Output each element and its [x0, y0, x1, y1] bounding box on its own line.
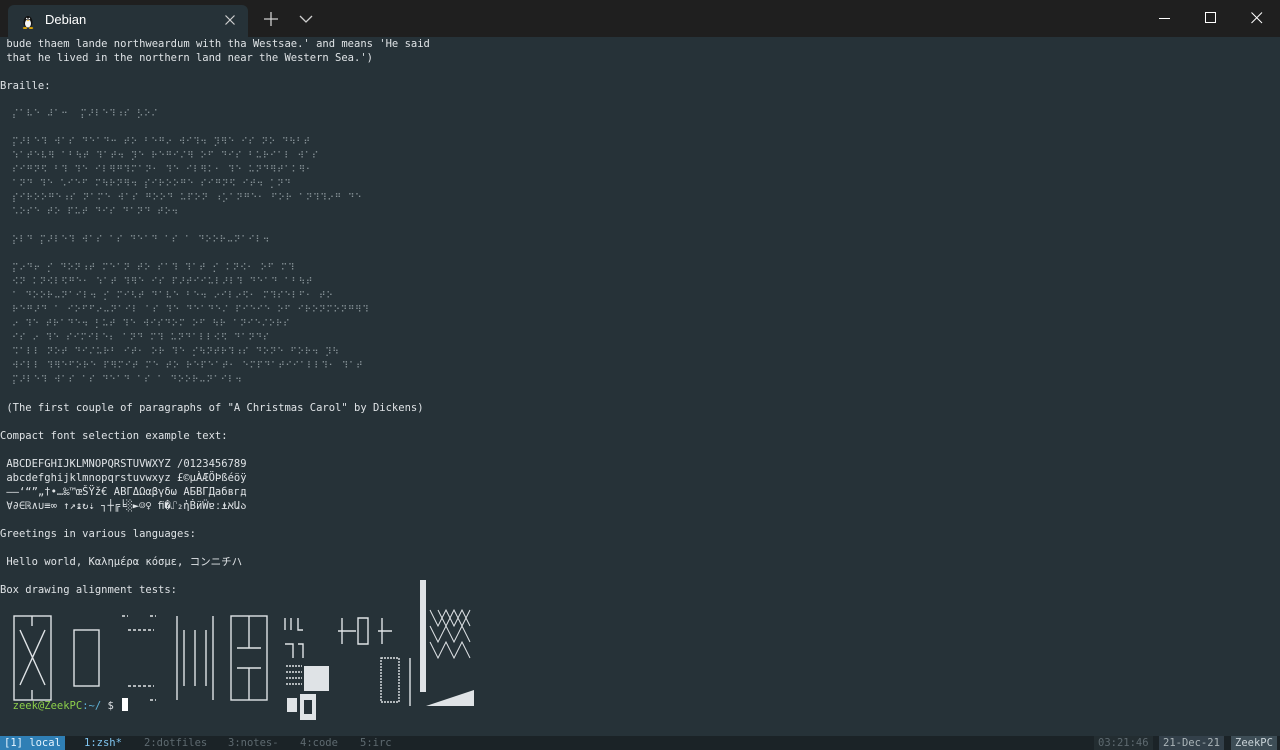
prompt-user-host: zeek@ZeekPC	[12, 700, 83, 712]
font-sample-line: abcdefghijklmnopqrstuvwxyz £©µÀÆÖÞßéöÿ	[0, 472, 247, 484]
text-line: (The first couple of paragraphs of "A Ch…	[0, 402, 424, 414]
penguin-icon	[22, 16, 34, 29]
minimize-icon	[1159, 18, 1170, 19]
maximize-icon	[1205, 12, 1216, 23]
tmux-session[interactable]: [1] local	[0, 736, 65, 750]
braille-line: ⠁ ⠙⠕⠕⠗⠤⠝⠁⠊⠇⠲ ⡊ ⠍⠊⠣⠞ ⠙⠁⠧⠑ ⠃⠑⠲ ⠔⠊⠇⠔⠫⠂ ⠍⠹⠎⠑…	[12, 291, 334, 301]
tab-debian[interactable]: Debian	[8, 5, 248, 37]
status-time: 03:21:46	[1094, 736, 1153, 750]
text-cursor[interactable]	[122, 698, 129, 711]
tmux-window-5[interactable]: 5:irc	[356, 736, 396, 750]
braille-line: ⠁⠝⠙ ⠹⠑ ⠡⠊⠑⠋ ⠍⠳⠗⠝⠻⠲ ⡎⠊⠗⠕⠕⠛⠑ ⠎⠊⠛⠝⠫ ⠊⠞⠲ ⡁⠝⠙	[12, 179, 292, 189]
shell-prompt[interactable]: zeek@ZeekPC:~/ $	[0, 684, 129, 713]
title-bar: Debian	[0, 0, 1280, 37]
font-sample-line: –—‘“”„†•…‰™œŠŸž€ ΑΒΓΔΩαβγδω АБВГДабвгд	[0, 486, 247, 498]
braille-line: ⠺⠊⠇⠇ ⠹⠻⠑⠋⠕⠗⠑ ⠏⠻⠍⠊⠞ ⠍⠑ ⠞⠕ ⠗⠑⠏⠑⠁⠞⠂ ⠑⠍⠏⠙⠁⠞⠊…	[12, 361, 364, 371]
braille-line: ⠡⠕⠎⠑ ⠞⠕ ⠏⠥⠞ ⠙⠊⠎ ⠙⠁⠝⠙ ⠞⠕⠲	[12, 207, 179, 217]
greeting-line: Hello world, Καλημέρα κόσμε, コンニチハ	[0, 556, 243, 568]
status-date: 21-Dec-21	[1159, 736, 1224, 750]
tmux-window-2[interactable]: 2:dotfiles	[140, 736, 211, 750]
prompt-symbol: $	[101, 700, 121, 712]
status-host: ZeekPC	[1231, 736, 1277, 750]
close-icon	[1251, 12, 1263, 24]
braille-line: ⠔ ⠹⠑ ⠞⠗⠁⠙⠑⠲ ⡃⠥⠞ ⠹⠑ ⠺⠊⠎⠙⠕⠍ ⠕⠋ ⠳⠗ ⠁⠝⠊⠑⠌⠕⠗⠎	[12, 319, 291, 329]
text-line: Compact font selection example text:	[0, 430, 228, 442]
braille-line: ⡍⠜⠇⠑⠹ ⠺⠁⠎ ⠙⠑⠁⠙⠒ ⠞⠕ ⠃⠑⠛⠔ ⠺⠊⠹⠲ ⡹⠻⠑ ⠊⠎ ⠝⠕ ⠙…	[12, 137, 311, 147]
tmux-status-bar: [1] local 1:zsh* 2:dotfiles 3:notes- 4:c…	[0, 736, 1280, 750]
new-tab-plus-icon[interactable]	[262, 10, 280, 28]
text-line: bude thaem lande northweardum with tha W…	[0, 38, 430, 50]
braille-line: ⡌⠁⠧⠑ ⠼⠁⠒ ⡍⠜⠇⠑⠹⠰⠎ ⡣⠕⠌	[12, 109, 159, 119]
chevron-down-icon[interactable]	[298, 10, 314, 28]
braille-line: ⡕⠇⠙ ⡍⠜⠇⠑⠹ ⠺⠁⠎ ⠁⠎ ⠙⠑⠁⠙ ⠁⠎ ⠁ ⠙⠕⠕⠗⠤⠝⠁⠊⠇⠲	[12, 235, 270, 245]
braille-line: ⠊⠎ ⠔ ⠹⠑ ⠎⠊⠍⠊⠇⠑⠆ ⠁⠝⠙ ⠍⠹ ⠥⠝⠙⠁⠇⠇⠪⠫ ⠙⠁⠝⠙⠎	[12, 333, 270, 343]
terminal-output[interactable]: bude thaem lande northweardum with tha W…	[0, 37, 1280, 736]
braille-line: ⡍⠔⠙⠖ ⡊ ⠙⠕⠝⠰⠞ ⠍⠑⠁⠝ ⠞⠕ ⠎⠁⠹ ⠹⠁⠞ ⡊ ⠅⠝⠪⠂ ⠕⠋ ⠍…	[12, 263, 296, 273]
close-tab-icon[interactable]	[222, 12, 238, 28]
braille-line: ⠎⠊⠛⠝⠫ ⠃⠹ ⠹⠑ ⠊⠇⠻⠛⠹⠍⠁⠝⠂ ⠹⠑ ⠊⠇⠻⠅⠂ ⠹⠑ ⠥⠝⠙⠻⠞⠁…	[12, 165, 314, 175]
tmux-window-1[interactable]: 1:zsh*	[80, 736, 126, 750]
braille-line: ⠱⠁⠞⠑⠧⠻ ⠁⠃⠳⠞ ⠹⠁⠞⠲ ⡹⠑ ⠗⠑⠛⠊⠌⠻ ⠕⠋ ⠙⠊⠎ ⠃⠥⠗⠊⠁⠇…	[12, 151, 320, 161]
text-line: Greetings in various languages:	[0, 528, 196, 540]
tmux-window-4[interactable]: 4:code	[296, 736, 342, 750]
close-window-button[interactable]	[1234, 0, 1280, 36]
braille-line: ⠗⠑⠛⠜⠙ ⠁ ⠊⠕⠋⠋⠔⠤⠝⠁⠊⠇ ⠁⠎ ⠹⠑ ⠙⠑⠁⠙⠑⠌ ⠏⠊⠑⠊⠑ ⠕⠋…	[12, 305, 370, 315]
braille-line: ⠪⠝ ⠅⠝⠪⠇⠫⠛⠑⠂ ⠱⠁⠞ ⠹⠻⠑ ⠊⠎ ⠏⠜⠞⠊⠊⠥⠇⠜⠇⠹ ⠙⠑⠁⠙ ⠁…	[12, 277, 314, 287]
tmux-window-3[interactable]: 3:notes-	[224, 736, 283, 750]
font-sample-line: ∀∂∈ℝ∧∪≡∞ ↑↗↨↻⇣ ┐┼╔╘░►☺♀ ﬁ�⑀₂ἠḂӥẄɐː⍎אԱა	[0, 500, 247, 512]
text-line: Braille:	[0, 80, 51, 92]
braille-line: ⠩⠁⠇⠇ ⠝⠕⠞ ⠙⠊⠌⠥⠗⠃ ⠊⠞⠂ ⠕⠗ ⠹⠑ ⡊⠳⠝⠞⠗⠹⠰⠎ ⠙⠕⠝⠑ …	[12, 347, 340, 357]
maximize-button[interactable]	[1188, 0, 1234, 36]
text-line: that he lived in the northern land near …	[0, 52, 373, 64]
braille-line: ⡎⠊⠗⠕⠕⠛⠑⠰⠎ ⠝⠁⠍⠑ ⠺⠁⠎ ⠛⠕⠕⠙ ⠥⠏⠕⠝ ⠰⡡⠁⠝⠛⠑⠂ ⠋⠕⠗…	[12, 193, 363, 203]
tab-title: Debian	[45, 12, 87, 27]
minimize-button[interactable]	[1142, 0, 1188, 36]
font-sample-line: ABCDEFGHIJKLMNOPQRSTUVWXYZ /0123456789	[0, 458, 247, 470]
prompt-path: :~/	[82, 700, 102, 712]
braille-line: ⡍⠜⠇⠑⠹ ⠺⠁⠎ ⠁⠎ ⠙⠑⠁⠙ ⠁⠎ ⠁ ⠙⠕⠕⠗⠤⠝⠁⠊⠇⠲	[12, 375, 243, 385]
